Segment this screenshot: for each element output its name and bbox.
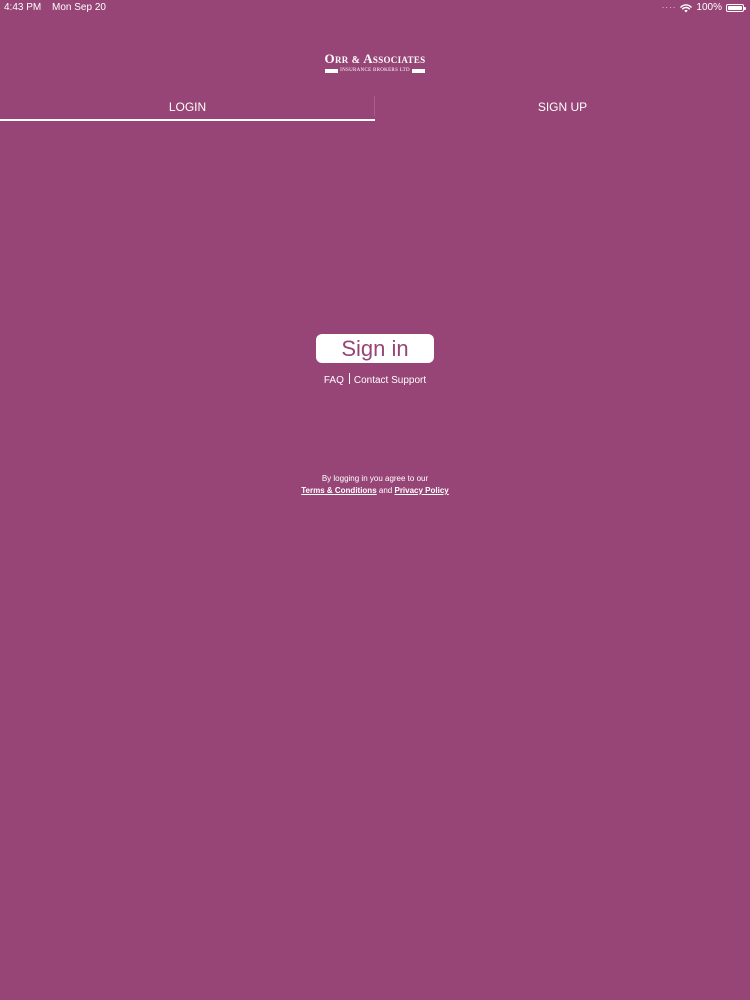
faq-link[interactable]: FAQ: [324, 375, 344, 386]
legal-intro: By logging in you agree to our: [321, 474, 429, 483]
logo-bar-right: [411, 69, 426, 73]
privacy-link[interactable]: Privacy Policy: [394, 486, 448, 495]
terms-link[interactable]: Terms & Conditions: [301, 486, 376, 495]
status-date: Mon Sep 20: [52, 2, 106, 13]
battery-percent: 100%: [696, 2, 722, 13]
logo-subtitle-row: INSURANCE BROKERS LTD: [324, 68, 426, 74]
legal-notice: By logging in you agree to our Terms & C…: [0, 473, 750, 497]
status-left: 4:43 PM Mon Sep 20: [4, 0, 114, 16]
tab-sign-up[interactable]: SIGN UP: [375, 94, 750, 121]
tab-divider: [374, 96, 375, 116]
wifi-icon: [680, 3, 693, 12]
status-bar: 4:43 PM Mon Sep 20 ···· 100%: [0, 0, 750, 16]
sign-in-button[interactable]: Sign in: [316, 334, 434, 363]
logo-mark: Orr & Associates INSURANCE BROKERS LTD: [324, 52, 426, 74]
legal-and: and: [378, 486, 393, 495]
logo-title: Orr & Associates: [325, 52, 426, 67]
contact-support-link[interactable]: Contact Support: [354, 375, 426, 386]
logo-bar-left: [324, 69, 339, 73]
status-time: 4:43 PM: [4, 2, 42, 13]
tab-login[interactable]: LOGIN: [0, 94, 375, 121]
logo-title-associates: Associates: [363, 51, 426, 66]
auth-tabs: LOGIN SIGN UP: [0, 94, 750, 121]
help-links: FAQ Contact Support: [0, 373, 750, 388]
logo-title-orr: Orr: [324, 51, 349, 66]
company-logo: Orr & Associates INSURANCE BROKERS LTD: [0, 52, 750, 78]
legal-links-row: Terms & Conditions and Privacy Policy: [0, 485, 750, 497]
logo-subtitle: INSURANCE BROKERS LTD: [340, 68, 410, 73]
battery-icon: [726, 4, 746, 12]
dots-signal-icon: ····: [661, 3, 677, 12]
logo-ampersand: &: [351, 55, 361, 66]
battery-level: [728, 6, 742, 10]
status-right: ···· 100%: [661, 0, 746, 16]
help-links-separator: [348, 373, 350, 384]
